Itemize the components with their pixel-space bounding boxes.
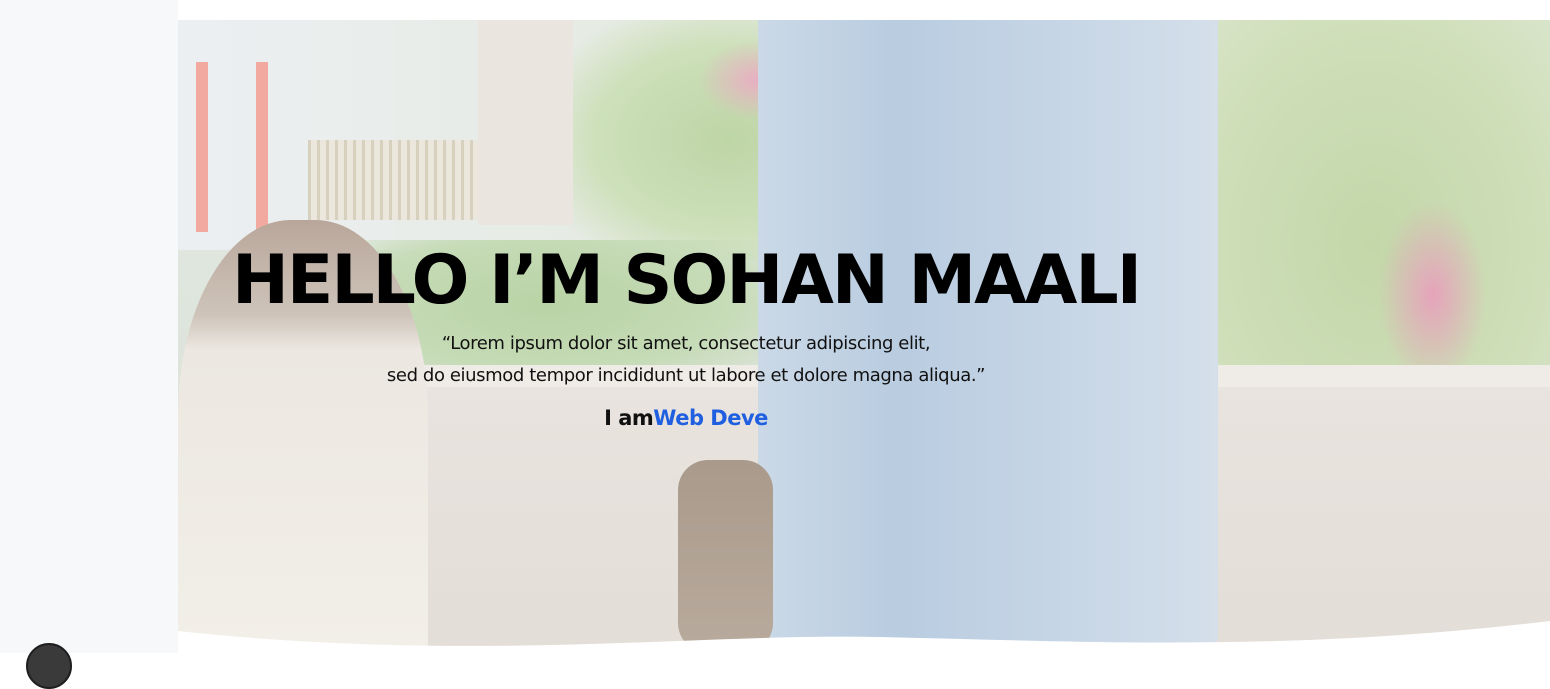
hero-title: HELLO I’M SOHAN MAALI (231, 241, 1142, 320)
role-typed-text: Web Deve (653, 406, 768, 430)
hero-quote-line-2: sed do eiusmod tempor incididunt ut labo… (386, 365, 986, 386)
hero-content: HELLO I’M SOHAN MAALI “Lorem ipsum dolor… (0, 236, 1457, 433)
avatar[interactable] (26, 643, 72, 689)
hero-quote-line-1: “Lorem ipsum dolor sit amet, consectetur… (441, 333, 931, 354)
hero-role-typewriter: I amWeb Deve (0, 403, 1457, 433)
hero-bottom-wave (178, 621, 1550, 653)
hero-quote: “Lorem ipsum dolor sit amet, consectetur… (0, 328, 1457, 392)
role-prefix: I am (604, 406, 654, 430)
